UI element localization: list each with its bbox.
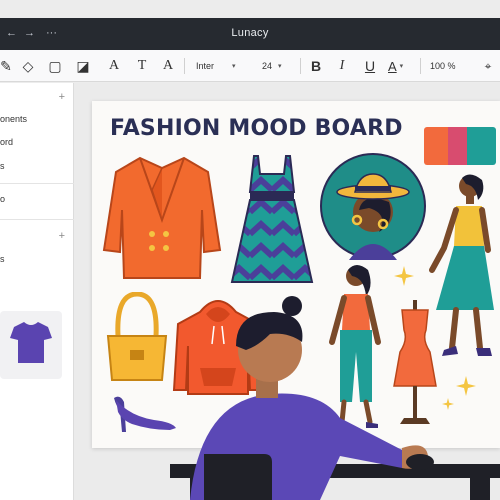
palette-swatch-orange[interactable] xyxy=(424,127,448,165)
palette-swatch-teal[interactable] xyxy=(467,127,496,165)
bold-button[interactable]: B xyxy=(308,56,324,76)
toolbar-divider xyxy=(300,58,301,74)
chevron-down-icon: ▾ xyxy=(278,63,282,70)
panel-divider xyxy=(0,183,74,184)
underline-button[interactable]: U xyxy=(362,56,378,76)
toolbar-divider xyxy=(420,58,421,74)
options-icon[interactable]: ⌖ xyxy=(480,56,496,76)
pen-tool-icon[interactable]: ✎ xyxy=(0,56,12,76)
font-size-dropdown[interactable]: 24 ▾ xyxy=(262,56,292,76)
italic-button[interactable]: I xyxy=(334,56,350,76)
chevron-down-icon: ▾ xyxy=(399,63,404,70)
chevron-down-icon: ▾ xyxy=(232,63,236,70)
image-tool-icon[interactable]: ◪ xyxy=(75,56,91,76)
zoom-value: 100 % xyxy=(430,61,456,71)
panel-item-s2[interactable]: s xyxy=(0,254,5,264)
blazer-illustration[interactable] xyxy=(100,150,225,285)
text-style-icon[interactable]: T xyxy=(134,56,150,76)
layers-panel: + onents ord s o + s xyxy=(0,83,74,500)
font-family-dropdown[interactable]: Inter ▾ xyxy=(196,56,252,76)
toolbar: ✎ ◇ ▢ ◪ A T A Inter ▾ 24 ▾ B I U A ▾ 100… xyxy=(0,50,500,82)
dress-illustration[interactable] xyxy=(228,152,316,288)
rectangle-tool-icon[interactable]: ▢ xyxy=(47,56,63,76)
tshirt-icon xyxy=(10,322,52,363)
panel-item-s[interactable]: s xyxy=(0,161,5,171)
title-bar: ← → ··· Lunacy xyxy=(0,18,500,50)
text-small-icon[interactable]: A xyxy=(160,56,176,76)
portrait-illustration[interactable] xyxy=(319,152,427,260)
text-tool-icon[interactable]: A xyxy=(106,56,122,76)
zoom-dropdown[interactable]: 100 % xyxy=(430,56,470,76)
font-size-value: 24 xyxy=(262,61,273,71)
palette-swatch-pink[interactable] xyxy=(448,127,468,165)
toolbar-divider xyxy=(184,58,185,74)
window-title: Lunacy xyxy=(231,27,269,39)
panel-item-components[interactable]: onents xyxy=(0,114,27,124)
text-color-dropdown[interactable]: A ▾ xyxy=(388,56,414,76)
text-color-icon: A xyxy=(388,58,397,74)
panel-item-o[interactable]: o xyxy=(0,194,5,204)
sparkle-icon xyxy=(394,266,414,286)
color-palette[interactable] xyxy=(424,127,496,165)
add-layer-button[interactable]: + xyxy=(59,230,65,242)
add-page-button[interactable]: + xyxy=(59,91,65,103)
font-family-value: Inter xyxy=(196,61,215,71)
board-title[interactable]: FASHION MOOD BOARD xyxy=(110,116,403,141)
handbag-illustration[interactable] xyxy=(104,292,170,384)
panel-divider xyxy=(0,219,74,220)
designer-person-illustration xyxy=(170,296,500,500)
asset-thumbnail[interactable] xyxy=(0,311,62,379)
fill-tool-icon[interactable]: ◇ xyxy=(20,56,36,76)
panel-item-board[interactable]: ord xyxy=(0,137,13,147)
